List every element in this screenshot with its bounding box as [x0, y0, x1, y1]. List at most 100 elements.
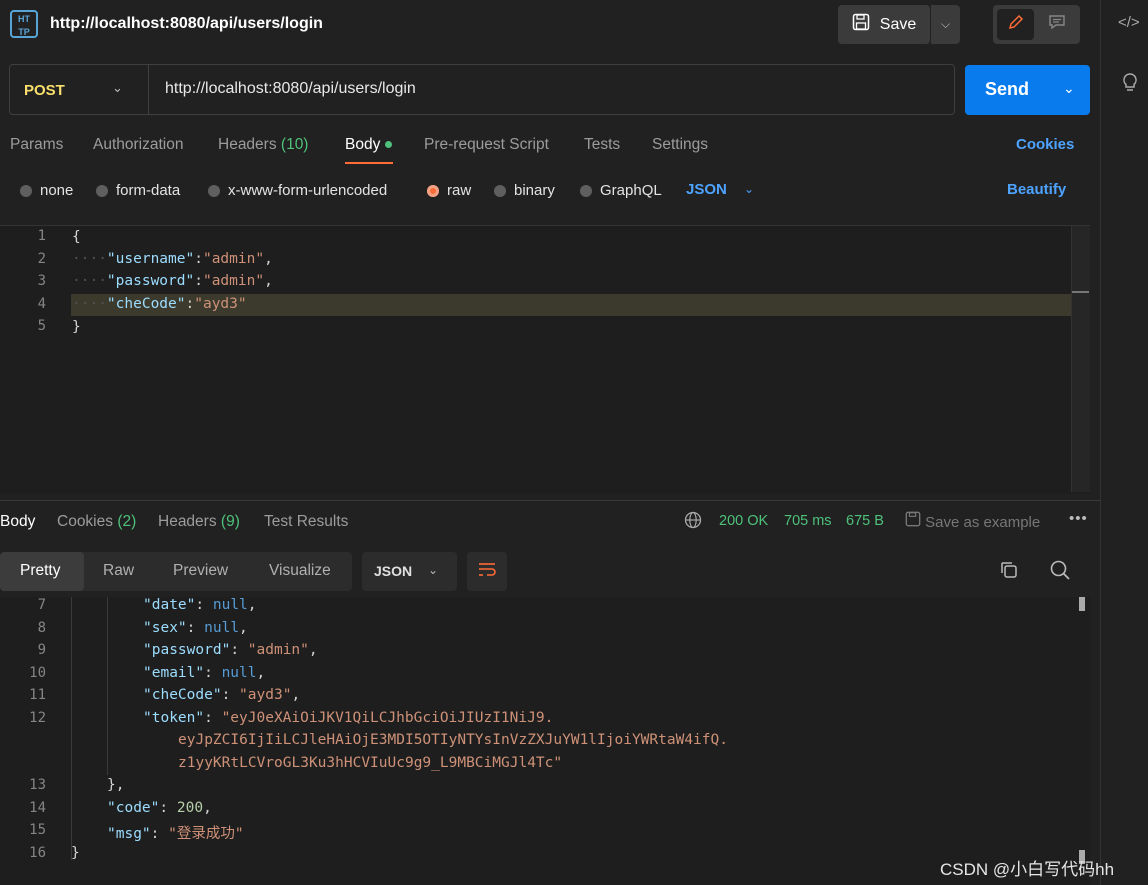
- response-scroll-thumb[interactable]: [1079, 597, 1085, 611]
- radio-binary[interactable]: binary: [494, 182, 555, 199]
- view-pretty-button[interactable]: Pretty: [20, 562, 60, 580]
- code-line: "code": 200,: [107, 800, 212, 816]
- method-select[interactable]: POST: [24, 82, 65, 99]
- line-number: 12: [29, 710, 46, 726]
- save-as-example-label: Save as example: [925, 514, 1041, 531]
- radio-circle: [20, 184, 32, 197]
- code-line: z1yyKRtLCVroGL3Ku3hHCVIuUc9g9_L9MBCiMGJl…: [178, 755, 563, 771]
- code-line: eyJpZCI6IjIiLCJleHAiOjE3MDI5OTIyNTYsInVz…: [178, 732, 728, 748]
- right-sidebar: [1100, 0, 1148, 885]
- response-scrollbar[interactable]: [1078, 597, 1086, 867]
- radio-none[interactable]: none: [20, 182, 73, 199]
- response-tab-cookies[interactable]: Cookies (2): [57, 513, 136, 531]
- url-input[interactable]: http://localhost:8080/api/users/login: [165, 80, 416, 98]
- line-number: 9: [37, 642, 46, 658]
- save-as-example-button[interactable]: Save as example: [905, 511, 1040, 531]
- response-tab-body[interactable]: Body: [0, 513, 35, 531]
- beautify-button[interactable]: Beautify: [1007, 181, 1066, 198]
- line-number: 5: [37, 318, 46, 334]
- editor-scroll-thumb[interactable]: [1072, 291, 1089, 293]
- save-dropdown-button[interactable]: ⌵: [931, 5, 960, 44]
- line-number: 4: [37, 296, 46, 312]
- chevron-down-icon[interactable]: ⌄: [1063, 80, 1075, 97]
- radio-circle: [580, 184, 592, 197]
- line-number: 8: [37, 620, 46, 636]
- radio-circle: [494, 184, 506, 197]
- code-line: "email": null,: [143, 665, 266, 681]
- line-number: 15: [29, 822, 46, 838]
- radio-raw-label: raw: [447, 182, 472, 199]
- body-format-select[interactable]: JSON: [686, 181, 727, 198]
- request-tab-title[interactable]: http://localhost:8080/api/users/login: [50, 15, 323, 33]
- watermark: CSDN @小白写代码hh: [940, 860, 1115, 879]
- code-snippet-icon[interactable]: </>: [1118, 14, 1140, 31]
- response-size[interactable]: 675 B: [846, 513, 884, 529]
- comment-mode-button[interactable]: [1038, 9, 1075, 40]
- cookies-link[interactable]: Cookies: [1016, 136, 1074, 153]
- view-raw-button[interactable]: Raw: [103, 562, 134, 580]
- radio-form-data[interactable]: form-data: [96, 182, 180, 199]
- code-line: "password": "admin",: [143, 642, 318, 658]
- radio-graphql[interactable]: GraphQL: [580, 182, 662, 199]
- http-icon: HT TP: [10, 10, 38, 38]
- radio-form-data-label: form-data: [116, 182, 181, 199]
- search-icon[interactable]: [1049, 559, 1071, 587]
- send-label[interactable]: Send: [985, 79, 1029, 100]
- tab-settings[interactable]: Settings: [652, 136, 708, 154]
- globe-icon[interactable]: [684, 511, 702, 534]
- tab-params[interactable]: Params: [10, 136, 63, 154]
- headers-count: (10): [280, 136, 309, 153]
- response-tab-cookies-label: Cookies: [57, 513, 113, 530]
- chevron-down-icon[interactable]: ⌄: [112, 80, 123, 96]
- chevron-down-icon[interactable]: ⌄: [744, 182, 754, 196]
- editor-scrollbar[interactable]: [1071, 226, 1090, 492]
- tab-body[interactable]: Body: [345, 136, 393, 154]
- active-tab-underline: [345, 162, 393, 164]
- cookies-count: (2): [117, 513, 137, 530]
- radio-raw[interactable]: raw: [427, 182, 471, 199]
- pencil-icon: [1007, 13, 1025, 36]
- tab-tests[interactable]: Tests: [584, 136, 620, 154]
- line-number: 7: [37, 597, 46, 613]
- view-visualize-button[interactable]: Visualize: [269, 562, 331, 580]
- code-line: }: [72, 319, 81, 335]
- save-button[interactable]: Save: [838, 5, 930, 44]
- comment-icon: [1048, 13, 1066, 36]
- save-label: Save: [879, 15, 917, 33]
- view-preview-button[interactable]: Preview: [173, 562, 228, 580]
- wrap-lines-button[interactable]: [467, 552, 507, 591]
- copy-icon[interactable]: [999, 560, 1019, 585]
- line-number: 14: [29, 800, 46, 816]
- radio-graphql-label: GraphQL: [600, 182, 662, 199]
- line-number: 1: [37, 228, 46, 244]
- radio-circle: [208, 184, 220, 197]
- code-line: "date": null,: [143, 597, 257, 613]
- indent-guide: [71, 597, 72, 860]
- wrap-lines-icon: [477, 560, 497, 583]
- chevron-down-icon: ⌵: [940, 17, 951, 31]
- code-line: },: [107, 777, 125, 793]
- response-headers-count: (9): [220, 513, 240, 530]
- tab-prerequest-script[interactable]: Pre-request Script: [424, 136, 549, 154]
- response-format-label[interactable]: JSON: [374, 563, 412, 579]
- code-line: "sex": null,: [143, 620, 248, 636]
- response-tab-test-results[interactable]: Test Results: [264, 513, 348, 531]
- tab-headers[interactable]: Headers (10): [218, 136, 308, 154]
- radio-none-label: none: [40, 182, 74, 199]
- code-line: ····"password":"admin",: [72, 273, 273, 289]
- response-tab-headers[interactable]: Headers (9): [158, 513, 240, 531]
- chevron-down-icon[interactable]: ⌄: [428, 563, 438, 577]
- tab-authorization[interactable]: Authorization: [93, 136, 183, 154]
- lightbulb-icon[interactable]: [1120, 72, 1140, 99]
- pane-splitter[interactable]: [0, 500, 1100, 501]
- radio-urlencoded[interactable]: x-www-form-urlencoded: [208, 182, 387, 199]
- line-number: 16: [29, 845, 46, 861]
- more-options-icon[interactable]: •••: [1069, 510, 1088, 527]
- line-number: 10: [29, 665, 46, 681]
- edit-mode-button[interactable]: [997, 9, 1034, 40]
- status-code[interactable]: 200 OK: [719, 513, 768, 529]
- line-number: 13: [29, 777, 46, 793]
- line-number: 2: [37, 251, 46, 267]
- response-time[interactable]: 705 ms: [784, 513, 832, 529]
- code-line: "cheCode": "ayd3",: [143, 687, 301, 703]
